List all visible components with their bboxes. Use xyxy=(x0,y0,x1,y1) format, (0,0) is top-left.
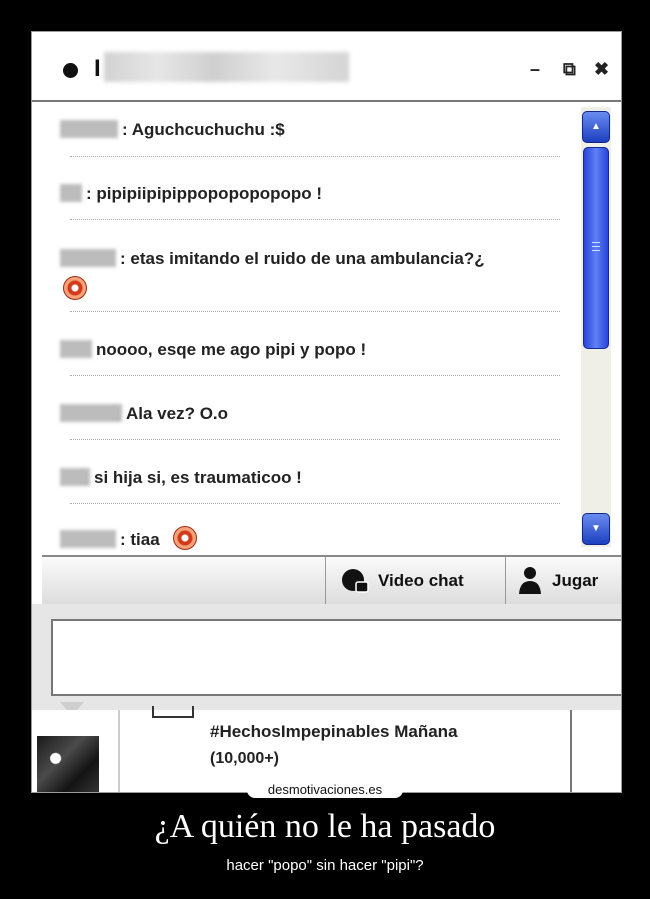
trend-title[interactable]: #HechosImpepinables Mañana xyxy=(210,722,458,742)
sender-name-blurred xyxy=(60,340,92,358)
scroll-down-button[interactable]: ▼ xyxy=(582,513,610,545)
message-divider xyxy=(70,375,560,376)
minimize-button[interactable]: – xyxy=(530,60,540,78)
message-scrollbar[interactable]: ▲ ▼ xyxy=(581,107,611,547)
watermark: desmotivaciones.es xyxy=(247,782,403,798)
sender-name-blurred xyxy=(60,530,116,548)
video-chat-label: Video chat xyxy=(378,571,464,590)
caption-subtitle: hacer "popo" sin hacer "pipi"? xyxy=(226,857,424,874)
scroll-grip xyxy=(592,242,600,243)
trend-card[interactable]: #HechosImpepinables Mañana (10,000+) xyxy=(118,706,572,792)
sender-name-blurred xyxy=(60,468,90,486)
list-item: : Aguchcuchuchu :$ xyxy=(60,120,560,140)
sender-name-blurred xyxy=(60,120,118,138)
contact-name: I xyxy=(94,55,101,82)
message-text: : pipipiipipippopopopopopo ! xyxy=(86,184,323,203)
message-text: : tiaa xyxy=(120,530,160,549)
scroll-thumb[interactable] xyxy=(583,147,609,349)
chat-title-bar: I – ⧉ ✖ xyxy=(32,32,621,102)
list-item: si hija si, es traumaticoo ! xyxy=(60,468,560,488)
status-dot-icon xyxy=(63,63,78,78)
message-list: : Aguchcuchuchu :$ : pipipiipipippopopop… xyxy=(32,102,577,552)
game-person-icon xyxy=(519,567,541,594)
list-item: : etas imitando el ruido de una ambulanc… xyxy=(60,249,560,269)
activity-feed: #HechosImpepinables Mañana (10,000+) xyxy=(32,706,621,792)
video-chat-button[interactable]: Video chat xyxy=(325,557,506,605)
trend-count: (10,000+) xyxy=(210,750,279,767)
message-divider xyxy=(70,311,560,312)
red-emoticon-icon xyxy=(173,526,197,550)
scroll-up-button[interactable]: ▲ xyxy=(582,111,610,143)
message-text: Ala vez? O.o xyxy=(126,404,229,423)
chat-window: I – ⧉ ✖ : Aguchcuchuchu :$ : pipipiipipi… xyxy=(31,31,622,793)
message-input[interactable] xyxy=(51,619,621,696)
video-chat-icon xyxy=(342,569,369,593)
message-divider xyxy=(70,156,560,157)
contact-name-blurred xyxy=(104,52,349,82)
compose-area xyxy=(32,604,621,714)
avatar[interactable] xyxy=(37,736,99,792)
sender-name-blurred xyxy=(60,249,116,267)
close-button[interactable]: ✖ xyxy=(594,60,609,78)
message-divider xyxy=(70,439,560,440)
list-item: Ala vez? O.o xyxy=(60,404,560,424)
sender-name-blurred xyxy=(60,404,122,422)
scroll-grip xyxy=(592,250,600,251)
sender-name-blurred xyxy=(60,184,82,202)
message-divider xyxy=(70,503,560,504)
restore-button[interactable]: ⧉ xyxy=(563,60,576,78)
message-text: : Aguchcuchuchu :$ xyxy=(122,120,285,139)
chat-toolbar: Video chat Jugar xyxy=(42,555,621,606)
red-emoticon-icon xyxy=(63,276,87,300)
scroll-grip xyxy=(592,246,600,247)
list-item: noooo, esqe me ago pipi y popo ! xyxy=(60,340,560,360)
jugar-label: Jugar xyxy=(552,571,599,590)
message-text: si hija si, es traumaticoo ! xyxy=(94,468,302,487)
message-divider xyxy=(70,219,560,220)
list-item: : tiaa xyxy=(60,530,560,550)
list-item: : pipipiipipippopopopopopo ! xyxy=(60,184,560,204)
message-text: noooo, esqe me ago pipi y popo ! xyxy=(96,340,367,359)
trend-icon xyxy=(152,706,194,718)
jugar-button[interactable]: Jugar xyxy=(505,557,621,605)
caption-title: ¿A quién no le ha pasado xyxy=(154,808,496,845)
message-text: : etas imitando el ruido de una ambulanc… xyxy=(120,249,485,268)
